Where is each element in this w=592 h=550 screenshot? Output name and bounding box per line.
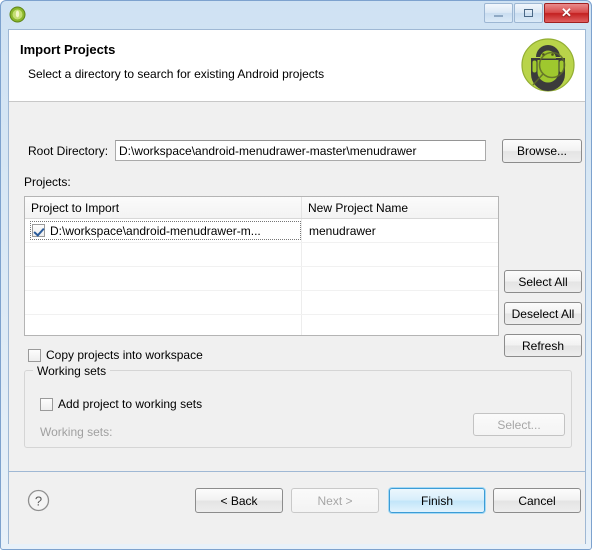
copy-projects-into-workspace-checkbox[interactable]: Copy projects into workspace bbox=[28, 348, 203, 362]
android-logo-icon bbox=[519, 36, 577, 94]
working-sets-group-title: Working sets bbox=[33, 364, 111, 378]
projects-table[interactable]: Project to Import New Project Name D:\wo… bbox=[24, 196, 499, 336]
dialog-client-area: Import Projects Select a directory to se… bbox=[8, 29, 586, 544]
title-bar: ✕ bbox=[1, 1, 592, 29]
table-row-empty[interactable] bbox=[25, 267, 498, 291]
row-checkbox[interactable] bbox=[32, 224, 45, 237]
column-header-project-to-import[interactable]: Project to Import bbox=[25, 197, 302, 218]
eclipse-icon bbox=[9, 6, 26, 23]
checkbox-box[interactable] bbox=[28, 348, 41, 362]
table-row[interactable]: D:\workspace\android-menudrawer-m... men… bbox=[25, 219, 498, 243]
table-row-empty[interactable] bbox=[25, 315, 498, 335]
next-button[interactable]: Next > bbox=[291, 488, 379, 513]
cell-new-project-name[interactable]: menudrawer bbox=[302, 219, 498, 242]
svg-text:?: ? bbox=[35, 494, 42, 509]
cell-empty bbox=[302, 291, 498, 314]
page-title: Import Projects bbox=[20, 42, 116, 57]
select-working-sets-button[interactable]: Select... bbox=[473, 413, 565, 436]
back-button[interactable]: < Back bbox=[195, 488, 283, 513]
cancel-button[interactable]: Cancel bbox=[493, 488, 581, 513]
minimize-button[interactable] bbox=[484, 3, 513, 23]
window-controls: ✕ bbox=[483, 3, 589, 24]
table-row-empty[interactable] bbox=[25, 291, 498, 315]
table-header-row: Project to Import New Project Name bbox=[25, 197, 498, 219]
refresh-button[interactable]: Refresh bbox=[504, 334, 582, 357]
close-button[interactable]: ✕ bbox=[544, 3, 589, 23]
cell-empty bbox=[25, 315, 302, 335]
select-all-button[interactable]: Select All bbox=[504, 270, 582, 293]
cell-empty bbox=[302, 267, 498, 290]
working-sets-combo-label: Working sets: bbox=[40, 425, 113, 439]
maximize-button[interactable] bbox=[514, 3, 543, 23]
finish-button[interactable]: Finish bbox=[389, 488, 485, 513]
cell-empty bbox=[25, 243, 302, 266]
help-icon[interactable]: ? bbox=[27, 489, 50, 512]
add-project-to-working-sets-checkbox[interactable]: Add project to working sets bbox=[40, 397, 202, 411]
dialog-footer: ? < Back Next > Finish Cancel bbox=[9, 471, 585, 543]
wizard-header: Import Projects Select a directory to se… bbox=[9, 30, 585, 102]
cell-project-to-import[interactable]: D:\workspace\android-menudrawer-m... bbox=[25, 219, 302, 242]
project-path-text: D:\workspace\android-menudrawer-m... bbox=[50, 223, 261, 238]
copy-projects-label: Copy projects into workspace bbox=[46, 348, 203, 362]
cell-empty bbox=[302, 315, 498, 335]
table-row-empty[interactable] bbox=[25, 243, 498, 267]
cell-empty bbox=[25, 291, 302, 314]
column-header-new-project-name[interactable]: New Project Name bbox=[302, 197, 498, 218]
wizard-content: Root Directory: Browse... Projects: Proj… bbox=[9, 103, 585, 510]
cell-empty bbox=[25, 267, 302, 290]
page-description: Select a directory to search for existin… bbox=[28, 67, 325, 81]
checkbox-box[interactable] bbox=[40, 397, 53, 411]
add-project-to-working-sets-label: Add project to working sets bbox=[58, 397, 203, 411]
projects-label: Projects: bbox=[24, 175, 71, 189]
cell-empty bbox=[302, 243, 498, 266]
root-directory-input[interactable] bbox=[115, 140, 486, 161]
deselect-all-button[interactable]: Deselect All bbox=[504, 302, 582, 325]
browse-button[interactable]: Browse... bbox=[502, 139, 582, 163]
root-directory-label: Root Directory: bbox=[28, 144, 109, 158]
dialog-window: ✕ Import Projects Select a directory to … bbox=[0, 0, 592, 550]
